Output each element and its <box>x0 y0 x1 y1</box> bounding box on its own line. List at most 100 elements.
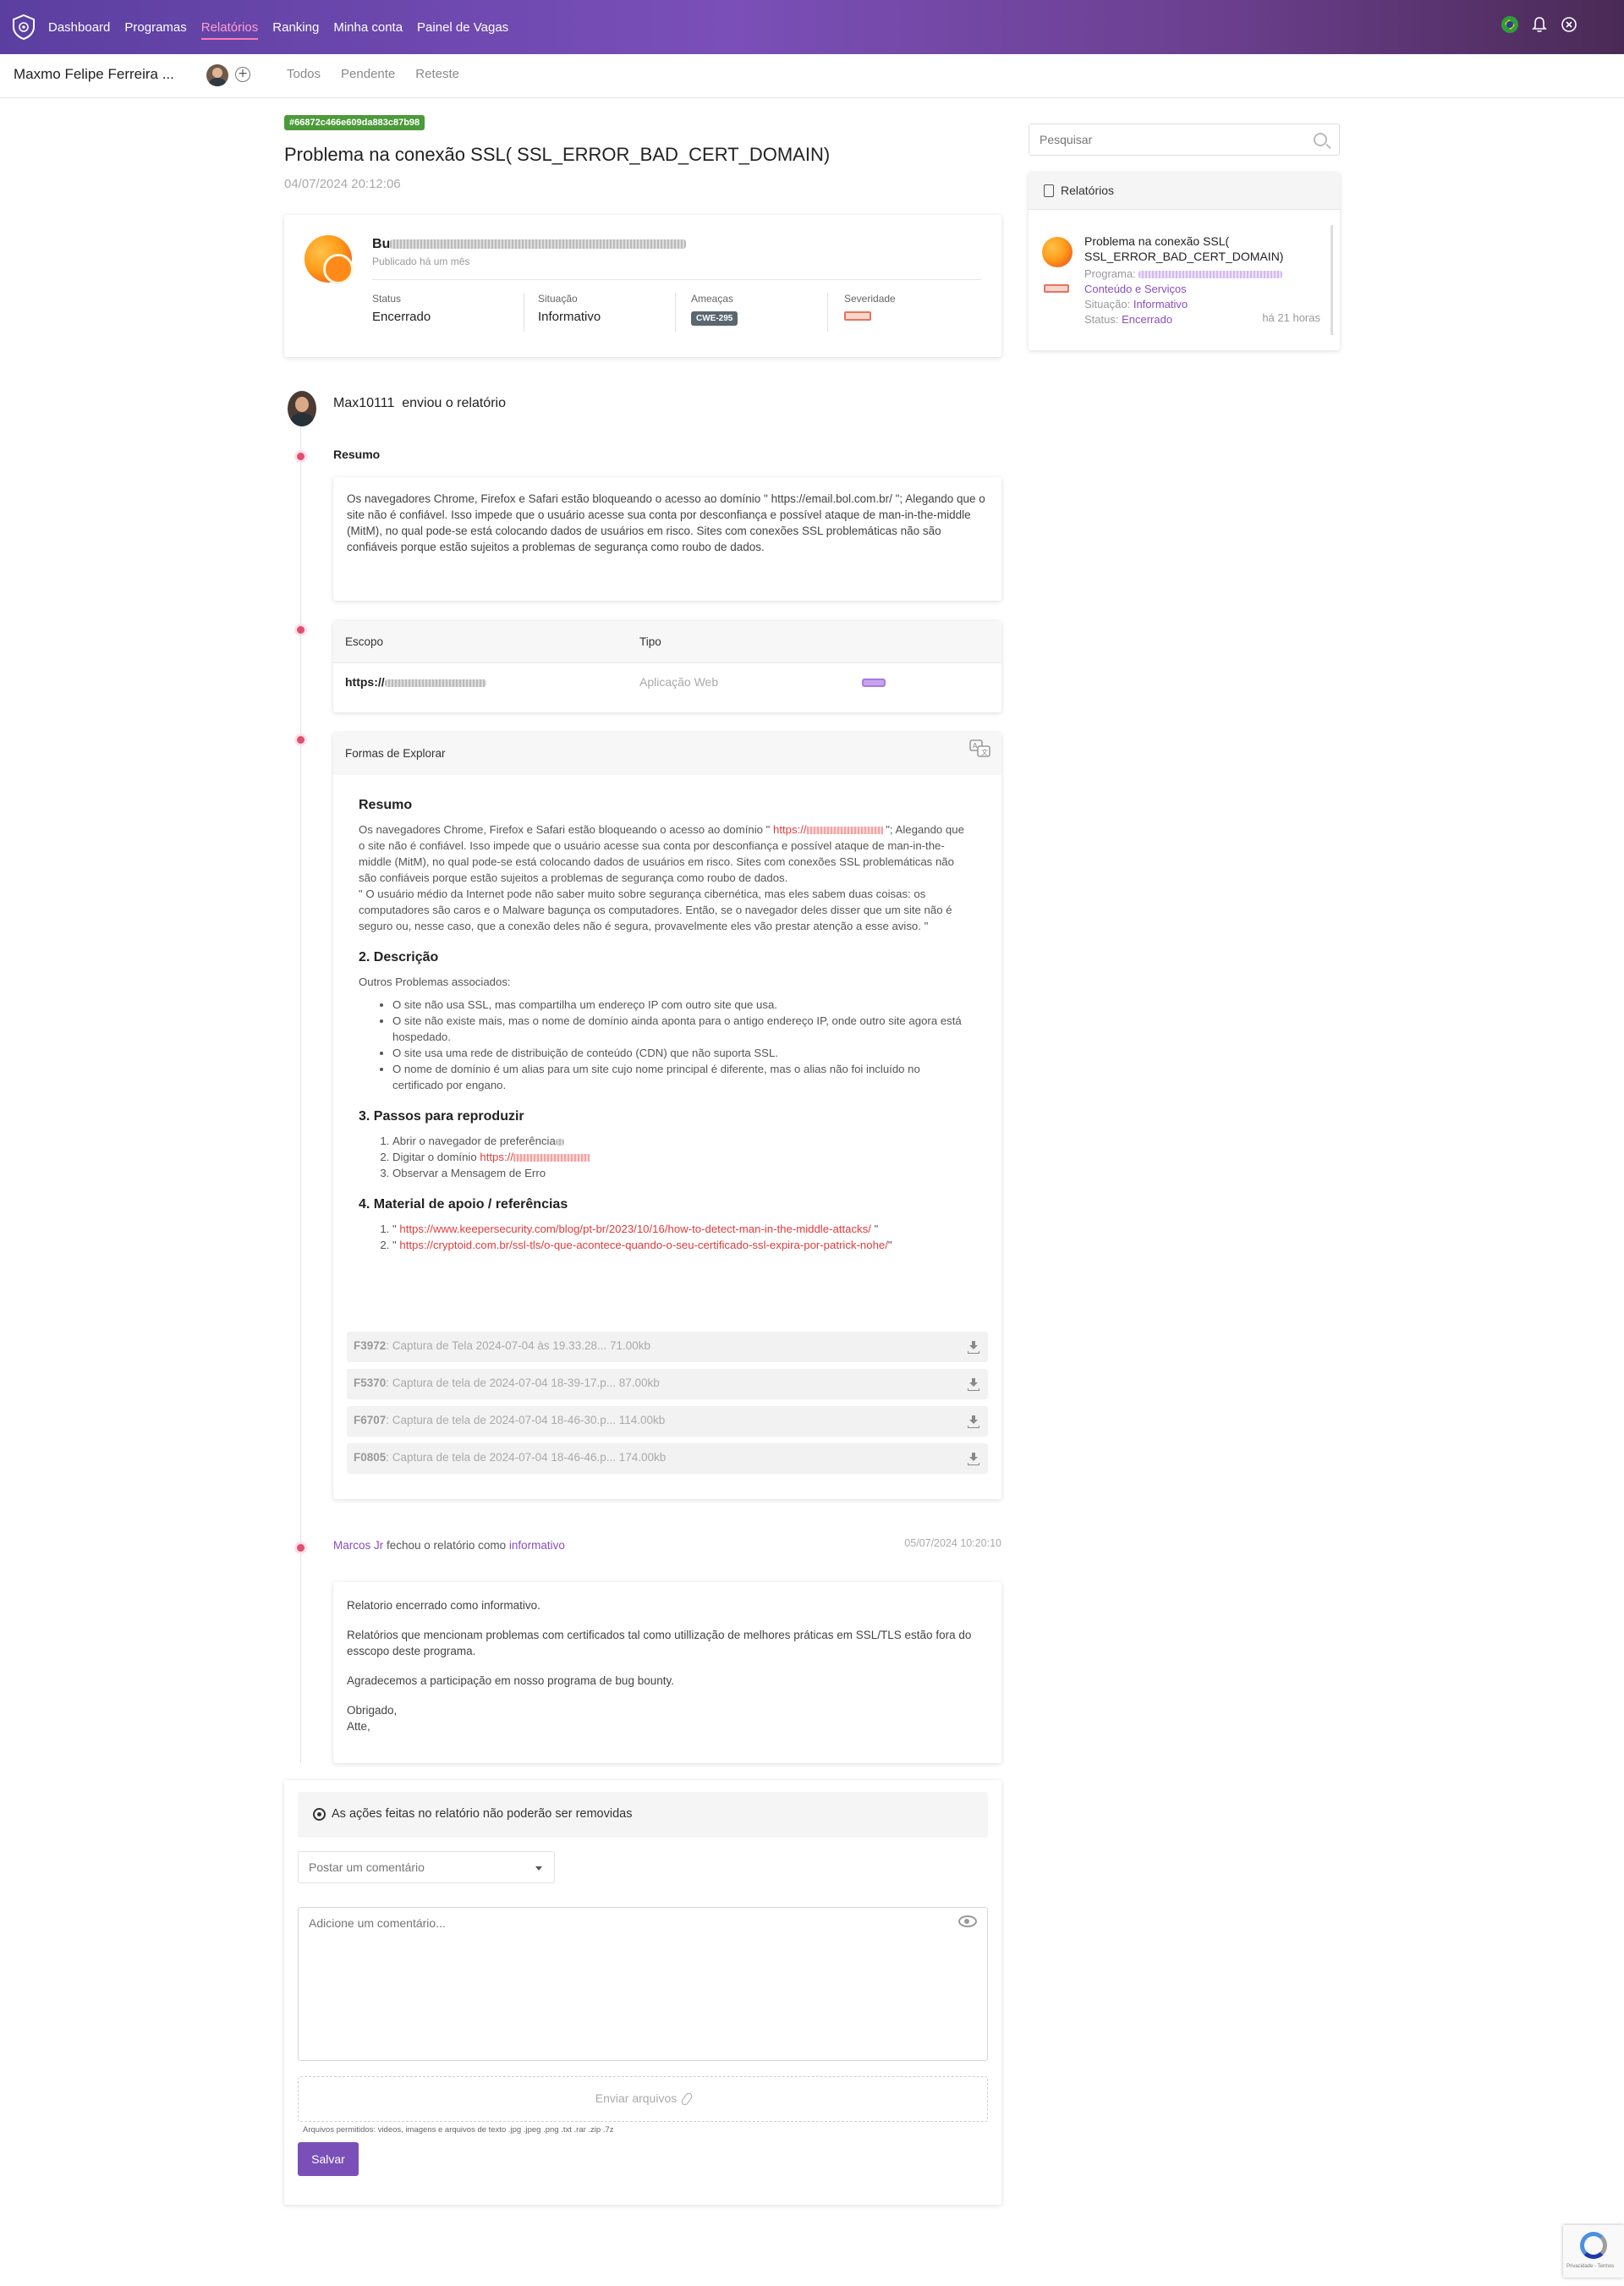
severity-badge <box>844 311 871 321</box>
brazil-flag-icon[interactable] <box>1501 16 1518 33</box>
situacao-value: Informativo <box>1133 298 1188 310</box>
report-info-card: Bu Publicado há um mês Status Encerrado … <box>284 215 1001 357</box>
report-hash-badge: #66872c466e609da883c87b98 <box>284 115 425 130</box>
redacted-text <box>1138 271 1283 279</box>
timeline-dot <box>297 1544 304 1552</box>
scope-url: https:// <box>345 675 385 689</box>
step-text: Digitar o domínio <box>392 1151 480 1163</box>
author-name[interactable]: Max10111 <box>333 396 394 410</box>
closing-text: Relatórios que mencionam problemas com c… <box>347 1629 972 1657</box>
column-escopo: Escopo <box>345 635 384 648</box>
nav-relatorios[interactable]: Relatórios <box>200 20 258 40</box>
bell-icon[interactable] <box>1532 16 1547 33</box>
attachment-row[interactable]: F5370: Captura de tela de 2024-07-04 18-… <box>347 1369 988 1399</box>
domain-link[interactable]: https:// <box>480 1151 590 1163</box>
user-name: Maxmo Felipe Ferreira ... <box>14 66 174 82</box>
nav-programas[interactable]: Programas <box>124 20 186 35</box>
top-navbar: Dashboard Programas Relatórios Ranking M… <box>0 0 1624 54</box>
sidebar-header: Relatórios <box>1029 173 1340 210</box>
domain-link[interactable]: https:// <box>773 823 883 836</box>
shield-logo-icon[interactable] <box>12 14 36 40</box>
action-select[interactable]: Postar um comentário <box>298 1851 555 1883</box>
tab-todos[interactable]: Todos <box>287 67 321 81</box>
nav-minha-conta[interactable]: Minha conta <box>333 20 403 35</box>
closed-as: informativo <box>508 1539 565 1552</box>
attachment-row[interactable]: F6707: Captura de tela de 2024-07-04 18-… <box>347 1406 988 1437</box>
attachment-id-text: F6707 <box>354 1414 387 1426</box>
divider <box>372 279 981 280</box>
download-icon-base <box>968 1463 979 1465</box>
list-item: Digitar o domínio https:// <box>392 1149 968 1165</box>
preview-eye-icon[interactable] <box>958 1915 977 1927</box>
search-input[interactable] <box>1029 124 1283 155</box>
upload-label: Enviar arquivos <box>299 2091 987 2107</box>
category-link[interactable]: Conteúdo e Serviços <box>1084 283 1187 295</box>
attachment-row[interactable]: F0805: Captura de tela de 2024-07-04 18-… <box>347 1443 988 1474</box>
domain-link-text: https:// <box>772 823 807 836</box>
attachment-id-text: F5370 <box>354 1377 387 1389</box>
report-filter-tabs: Todos Pendente Reteste <box>287 67 459 81</box>
sidebar-situacao: Situação: Informativo <box>1084 298 1188 310</box>
search-field <box>1029 124 1340 156</box>
description-intro: Outros Problemas associados: <box>359 975 511 988</box>
divider <box>827 293 828 332</box>
company-logo <box>1042 237 1073 267</box>
explore-card: Formas de Explorar A 文 Resumo Os navegad… <box>333 733 1001 1499</box>
scope-table: Escopo Tipo https:// Aplicação Web <box>333 621 1001 712</box>
list-item: O site não existe mais, mas o nome de do… <box>392 1013 968 1045</box>
list-item: " https://cryptoid.com.br/ssl-tls/o-que-… <box>392 1237 968 1253</box>
download-icon-base <box>968 1388 979 1391</box>
avatar[interactable] <box>206 64 228 86</box>
nav-painel-de-vagas[interactable]: Painel de Vagas <box>417 20 508 35</box>
nav-ranking[interactable]: Ranking <box>272 20 319 35</box>
severidade-field: Severidade <box>844 293 996 324</box>
add-icon[interactable]: + <box>235 67 250 82</box>
list-item: O nome de domínio é um alias para um sit… <box>392 1061 968 1093</box>
closing-text: Agradecemos a participação em nosso prog… <box>347 1674 674 1687</box>
resumo-label: Resumo <box>333 448 381 461</box>
search-icon[interactable] <box>1314 133 1327 146</box>
situacao-label: Situação <box>538 293 578 305</box>
sidebar-report-item[interactable]: Problema na conexão SSL( SSL_ERROR_BAD_C… <box>1029 225 1333 335</box>
reference-link[interactable]: https://cryptoid.com.br/ssl-tls/o-que-ac… <box>399 1239 888 1251</box>
attachment-name: : Captura de tela de 2024-07-04 18-46-30… <box>386 1414 666 1426</box>
close-circle-icon[interactable] <box>1561 16 1577 33</box>
resumo-card: Os navegadores Chrome, Firefox e Safari … <box>333 477 1001 601</box>
svg-text:A: A <box>973 742 978 750</box>
translate-icon[interactable]: A 文 <box>969 739 991 758</box>
comment-panel: As ações feitas no relatório não poderão… <box>284 1780 1001 2205</box>
sidebar-category: Conteúdo e Serviços <box>1084 283 1187 295</box>
timeline-dot <box>297 736 304 744</box>
company-name[interactable]: Bu <box>372 237 687 252</box>
section-heading: Resumo <box>359 798 413 812</box>
tab-pendente[interactable]: Pendente <box>341 67 395 81</box>
reference-link[interactable]: https://www.keepersecurity.com/blog/pt-b… <box>399 1223 871 1235</box>
recaptcha-badge[interactable]: Privacidade - Termos <box>1563 2225 1624 2278</box>
resumo-text-a: Os navegadores Chrome, Firefox e Safari … <box>359 823 773 836</box>
list-item: Observar a Mensagem de Erro <box>392 1165 968 1181</box>
comment-textarea[interactable] <box>298 1907 988 2061</box>
scope-table-header: Escopo Tipo <box>333 621 1001 663</box>
paperclip-icon <box>680 2091 694 2107</box>
save-button[interactable]: Salvar <box>298 2142 359 2176</box>
attachment-row[interactable]: F3972: Captura de Tela 2024-07-04 às 19.… <box>347 1332 988 1362</box>
status-label: Status <box>372 293 402 305</box>
allowed-files-hint: Arquivos permitidos: videos, imagens e a… <box>303 2125 614 2135</box>
closing-message-card: Relatorio encerrado como informativo. Re… <box>333 1582 1001 1763</box>
nav-dashboard[interactable]: Dashboard <box>48 20 110 35</box>
recaptcha-text: Privacidade - Termos <box>1566 2264 1615 2269</box>
closed-event: Marcos Jr fechou o relatório como inform… <box>333 1539 565 1552</box>
scope-value: https:// <box>345 675 486 689</box>
closer-name[interactable]: Marcos Jr <box>333 1539 383 1552</box>
situacao-field: Situação Informativo <box>538 293 690 324</box>
tab-reteste[interactable]: Reteste <box>415 67 459 81</box>
attachment-name: : Captura de Tela 2024-07-04 às 19.33.28… <box>386 1339 651 1352</box>
published-time: Publicado há um mês <box>372 256 470 267</box>
avatar[interactable] <box>288 391 316 426</box>
page-title: Problema na conexão SSL( SSL_ERROR_BAD_C… <box>284 144 831 165</box>
list-item: " https://www.keepersecurity.com/blog/pt… <box>392 1221 968 1237</box>
warning-text: As ações feitas no relatório não poderão… <box>332 1807 633 1821</box>
file-upload-zone[interactable]: Enviar arquivos <box>298 2076 988 2122</box>
sidebar-report-title: Problema na conexão SSL( SSL_ERROR_BAD_C… <box>1084 234 1284 263</box>
cwe-badge[interactable]: CWE-295 <box>691 311 738 326</box>
